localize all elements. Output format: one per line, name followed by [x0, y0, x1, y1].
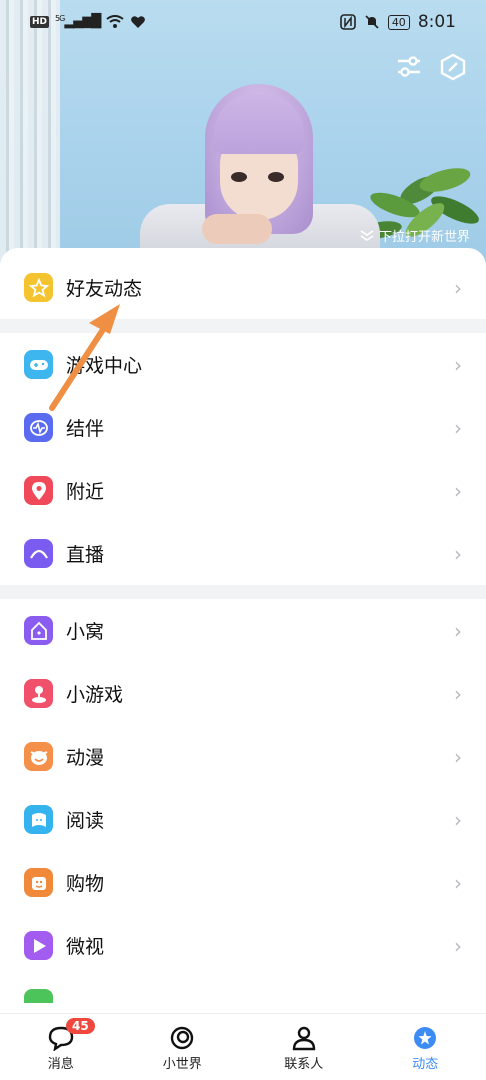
contacts-icon	[292, 1026, 315, 1051]
chevron-right-icon: ›	[454, 352, 462, 377]
menu-item-label: 动漫	[66, 747, 105, 769]
menu-item-game-center[interactable]: 游戏中心 ›	[0, 333, 486, 396]
signal-5g: 5G▂▄▆█	[55, 14, 101, 29]
menu-item-weishi[interactable]: 微视 ›	[0, 914, 486, 977]
menu-item-label: 直播	[66, 544, 105, 566]
nav-label: 动态	[412, 1057, 439, 1072]
menu-group-1: 好友动态 ›	[0, 248, 486, 319]
play-icon	[24, 931, 53, 960]
menu-item-partner[interactable]: 结伴 ›	[0, 396, 486, 459]
chevron-right-icon: ›	[454, 618, 462, 643]
small-world-icon	[171, 1026, 194, 1050]
joystick-icon	[24, 679, 53, 708]
nav-label: 消息	[47, 1057, 74, 1072]
book-icon	[24, 805, 53, 834]
menu-item-label: 好友动态	[66, 278, 143, 300]
menu-item-label: 阅读	[66, 810, 105, 832]
status-bar: HD 5G▂▄▆█ 40 8:01	[0, 0, 486, 46]
nav-small-world[interactable]: 小世界	[122, 1014, 244, 1080]
nav-messages[interactable]: 45 消息	[0, 1014, 122, 1080]
avatar-eye-left	[231, 172, 247, 182]
location-pin-icon	[24, 476, 53, 505]
divider	[0, 585, 486, 599]
comic-face-icon	[24, 742, 53, 771]
chevron-right-icon: ›	[454, 541, 462, 566]
nav-label: 小世界	[162, 1057, 202, 1072]
menu-group-3: 小窝 › 小游戏 › 动漫 › 阅读 › 购物 › 微视 ›	[0, 599, 486, 1017]
wifi-icon	[106, 14, 124, 28]
chevron-right-icon: ›	[454, 275, 462, 300]
clock: 8:01	[417, 12, 456, 32]
avatar-hands	[202, 214, 272, 244]
bottom-nav: 45 消息 小世界 联系人 动态	[0, 1013, 486, 1080]
chevron-right-icon: ›	[454, 807, 462, 832]
menu-item-label: 结伴	[66, 418, 105, 440]
nav-label: 联系人	[284, 1057, 324, 1072]
chevron-right-icon: ›	[454, 478, 462, 503]
nav-contacts[interactable]: 联系人	[243, 1014, 365, 1080]
menu-item-nest[interactable]: 小窝 ›	[0, 599, 486, 662]
partial-icon	[24, 989, 53, 1003]
menu-item-label: 小窝	[66, 621, 105, 643]
menu-item-anime[interactable]: 动漫 ›	[0, 725, 486, 788]
menu-item-label: 微视	[66, 936, 105, 958]
menu-item-mini-games[interactable]: 小游戏 ›	[0, 662, 486, 725]
home-icon	[24, 616, 53, 645]
menu-item-partial[interactable]	[0, 977, 486, 1017]
menu-item-friend-feed[interactable]: 好友动态 ›	[0, 256, 486, 319]
pull-hint-text: 下拉打开新世界	[378, 230, 470, 245]
header-banner[interactable]: HD 5G▂▄▆█ 40 8:01 下拉打开新世界	[0, 0, 486, 270]
chevron-right-icon: ›	[454, 744, 462, 769]
menu-item-label: 小游戏	[66, 684, 124, 706]
heart-icon	[131, 15, 146, 28]
chevron-right-icon: ›	[454, 681, 462, 706]
nfc-icon	[340, 14, 356, 30]
menu-item-shopping[interactable]: 购物 ›	[0, 851, 486, 914]
menu-item-reading[interactable]: 阅读 ›	[0, 788, 486, 851]
menu-item-nearby[interactable]: 附近 ›	[0, 459, 486, 522]
live-icon	[24, 539, 53, 568]
feed-star-icon	[414, 1027, 437, 1049]
menu-group-2: 游戏中心 › 结伴 › 附近 › 直播 ›	[0, 333, 486, 585]
double-chevron-down-icon	[360, 229, 374, 241]
menu-item-label: 购物	[66, 873, 105, 895]
chevron-right-icon: ›	[454, 933, 462, 958]
chevron-right-icon: ›	[454, 870, 462, 895]
chevron-right-icon: ›	[454, 415, 462, 440]
menu-item-label: 游戏中心	[66, 355, 143, 377]
hexagon-icon[interactable]	[438, 52, 468, 82]
shopping-icon	[24, 868, 53, 897]
unread-badge: 45	[66, 1018, 95, 1034]
menu-item-live[interactable]: 直播 ›	[0, 522, 486, 585]
feature-list[interactable]: 好友动态 › 游戏中心 › 结伴 › 附近 › 直播 › 小窝 › 小游戏 › …	[0, 248, 486, 1080]
nav-feed[interactable]: 动态	[365, 1014, 486, 1080]
divider	[0, 319, 486, 333]
gamepad-icon	[24, 350, 53, 379]
menu-item-label: 附近	[66, 481, 105, 503]
hd-badge: HD	[30, 15, 50, 28]
mute-bell-icon	[365, 15, 379, 29]
pulse-icon	[24, 413, 53, 442]
battery-indicator: 40	[387, 14, 410, 30]
avatar-eye-right	[268, 172, 284, 182]
pull-down-hint: 下拉打开新世界	[359, 226, 470, 245]
star-icon	[24, 273, 53, 302]
sliders-icon[interactable]	[394, 52, 424, 82]
